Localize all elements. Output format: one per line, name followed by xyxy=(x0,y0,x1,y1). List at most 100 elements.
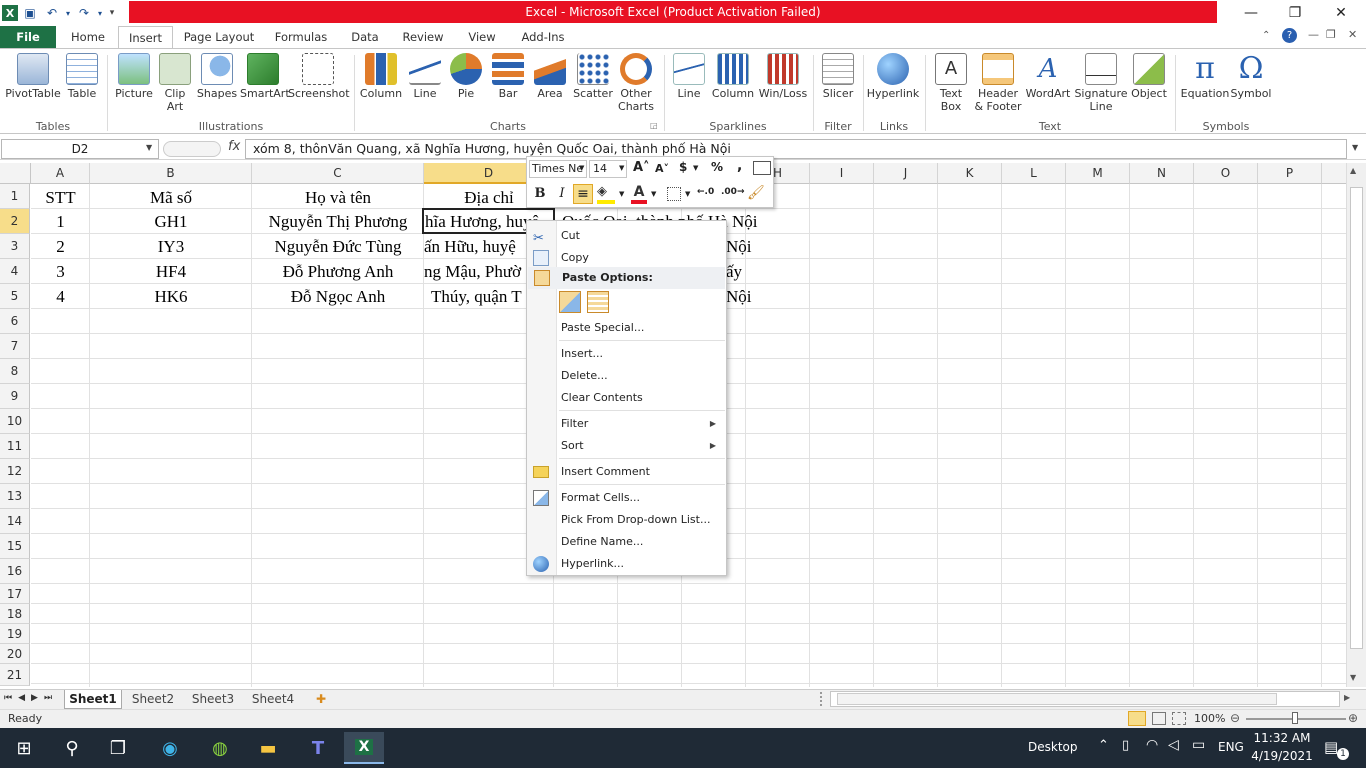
desktop-toolbar[interactable]: Desktop xyxy=(1028,740,1078,754)
wordart-button[interactable]: A WordArt xyxy=(1024,53,1072,100)
bar-chart-button[interactable]: Bar xyxy=(488,53,528,100)
row-header[interactable]: 5 xyxy=(0,284,30,309)
tab-home[interactable]: Home xyxy=(62,26,114,48)
header-footer-button[interactable]: Header & Footer xyxy=(974,53,1022,113)
object-button[interactable]: Object xyxy=(1128,53,1170,100)
task-view-icon[interactable]: ❐ xyxy=(98,732,138,764)
wb-minimize-icon[interactable]: — xyxy=(1308,28,1319,41)
cell-b3[interactable]: IY3 xyxy=(90,234,252,259)
cell-d3[interactable]: ấn Hữu, huyệ xyxy=(424,234,528,259)
column-header-a[interactable]: A xyxy=(31,163,90,184)
edge-icon[interactable]: ◉ xyxy=(150,732,190,764)
other-charts-button[interactable]: Other Charts xyxy=(616,53,656,113)
symbol-button[interactable]: Ω Symbol xyxy=(1230,53,1272,101)
insert-function-button[interactable]: fx xyxy=(228,139,240,154)
customize-qat-icon[interactable]: ▾ xyxy=(106,3,118,23)
row-header[interactable]: 17 xyxy=(0,584,30,604)
row-header[interactable]: 3 xyxy=(0,234,30,259)
redo-icon[interactable]: ↷ xyxy=(74,3,94,23)
increase-decimal-icon[interactable]: ←.0 xyxy=(697,187,714,197)
column-header-c[interactable]: C xyxy=(252,163,424,184)
row-header[interactable]: 2 xyxy=(0,209,30,234)
tab-insert[interactable]: Insert xyxy=(118,26,173,49)
formula-expand-control[interactable] xyxy=(163,141,221,157)
font-color-icon[interactable]: A xyxy=(631,184,647,204)
row-header[interactable]: 8 xyxy=(0,359,30,384)
shrink-font-icon[interactable]: A˅ xyxy=(655,162,669,175)
redo-dropdown-icon[interactable]: ▾ xyxy=(96,3,104,23)
volume-icon[interactable]: ◁ xyxy=(1168,737,1179,753)
column-chart-button[interactable]: Column xyxy=(358,53,404,100)
sparkline-line-button[interactable]: Line xyxy=(670,53,708,100)
paste-formatting-icon[interactable] xyxy=(559,291,581,313)
scatter-chart-button[interactable]: Scatter xyxy=(572,53,614,100)
row-header[interactable]: 18 xyxy=(0,604,30,624)
zoom-out-icon[interactable]: ⊖ xyxy=(1230,711,1240,725)
menu-paste-special[interactable]: Paste Special... xyxy=(527,317,726,339)
screenshot-button[interactable]: Screenshot xyxy=(288,53,350,100)
table-button[interactable]: Table xyxy=(64,53,100,100)
excel-logo-icon[interactable]: X xyxy=(2,5,18,21)
name-box-dropdown-icon[interactable]: ▼ xyxy=(146,143,152,152)
horizontal-scroll-thumb[interactable] xyxy=(837,693,1277,705)
pie-chart-button[interactable]: Pie xyxy=(446,53,486,100)
tab-file[interactable]: File xyxy=(0,26,56,48)
column-header-o[interactable]: O xyxy=(1194,163,1258,184)
cell-c5[interactable]: Đỗ Ngọc Anh xyxy=(252,284,424,309)
fill-color-dropdown-icon[interactable]: ▼ xyxy=(619,190,624,198)
menu-pick-from-list[interactable]: Pick From Drop-down List... xyxy=(527,509,726,531)
wifi-icon[interactable]: ◠ xyxy=(1146,737,1158,753)
row-header[interactable]: 1 xyxy=(0,184,30,209)
minimize-button[interactable]: — xyxy=(1228,0,1274,26)
shapes-button[interactable]: Shapes xyxy=(196,53,238,100)
tab-data[interactable]: Data xyxy=(343,26,387,48)
column-header-j[interactable]: J xyxy=(874,163,938,184)
row-header[interactable]: 15 xyxy=(0,534,30,559)
tray-expand-icon[interactable]: ⌃ xyxy=(1098,738,1109,753)
format-painter-icon[interactable]: 🖌 xyxy=(747,185,765,201)
row-header[interactable]: 11 xyxy=(0,434,30,459)
zoom-in-icon[interactable]: ⊕ xyxy=(1348,711,1358,725)
sheet-tab-sheet3[interactable]: Sheet3 xyxy=(184,690,242,709)
sparkline-winloss-button[interactable]: Win/Loss xyxy=(756,53,810,100)
cell-a2[interactable]: 1 xyxy=(31,209,90,234)
menu-define-name[interactable]: Define Name... xyxy=(527,531,726,553)
cell-c3[interactable]: Nguyễn Đức Tùng xyxy=(252,234,424,259)
cell-a4[interactable]: 3 xyxy=(31,259,90,284)
wb-close-icon[interactable]: ✕ xyxy=(1348,28,1357,41)
undo-dropdown-icon[interactable]: ▾ xyxy=(64,3,72,23)
line-chart-button[interactable]: Line xyxy=(406,53,444,100)
decrease-decimal-icon[interactable]: .00→ xyxy=(721,187,744,197)
cell-b1[interactable]: Mã số xyxy=(90,184,252,209)
clip-art-button[interactable]: Clip Art xyxy=(158,53,192,113)
column-header-q[interactable] xyxy=(1322,163,1346,184)
page-layout-view-icon[interactable] xyxy=(1152,712,1166,725)
grow-font-icon[interactable]: A˄ xyxy=(633,160,650,175)
insert-sheet-icon[interactable]: ✚ xyxy=(308,690,334,709)
app-green-icon[interactable]: ◍ xyxy=(200,732,240,764)
scroll-down-icon[interactable]: ▼ xyxy=(1350,673,1356,682)
row-header[interactable]: 6 xyxy=(0,309,30,334)
cell-a3[interactable]: 2 xyxy=(31,234,90,259)
row-header[interactable]: 13 xyxy=(0,484,30,509)
menu-hyperlink[interactable]: Hyperlink... xyxy=(527,553,726,575)
minimize-ribbon-icon[interactable]: ⌃ xyxy=(1262,30,1270,41)
row-header[interactable]: 7 xyxy=(0,334,30,359)
zoom-slider-thumb[interactable] xyxy=(1292,712,1298,724)
close-button[interactable]: ✕ xyxy=(1318,0,1364,26)
tab-add-ins[interactable]: Add-Ins xyxy=(514,26,572,48)
pivottable-button[interactable]: PivotTable xyxy=(4,53,62,100)
help-icon[interactable]: ? xyxy=(1282,28,1297,43)
search-icon[interactable]: ⚲ xyxy=(52,732,92,764)
row-header[interactable]: 20 xyxy=(0,644,30,664)
row-header[interactable]: 10 xyxy=(0,409,30,434)
cell-c1[interactable]: Họ và tên xyxy=(252,184,424,209)
sheet-tab-sheet4[interactable]: Sheet4 xyxy=(244,690,302,709)
scroll-thumb[interactable] xyxy=(1350,187,1363,649)
sheet-tab-sheet2[interactable]: Sheet2 xyxy=(124,690,182,709)
cell-d5[interactable]: Thúy, quận T xyxy=(431,284,528,309)
menu-filter[interactable]: Filter ▶ xyxy=(527,413,726,435)
bold-button[interactable]: B xyxy=(531,185,549,203)
menu-clear-contents[interactable]: Clear Contents xyxy=(527,387,726,409)
tray-device-icon[interactable]: ▯ xyxy=(1122,738,1129,753)
